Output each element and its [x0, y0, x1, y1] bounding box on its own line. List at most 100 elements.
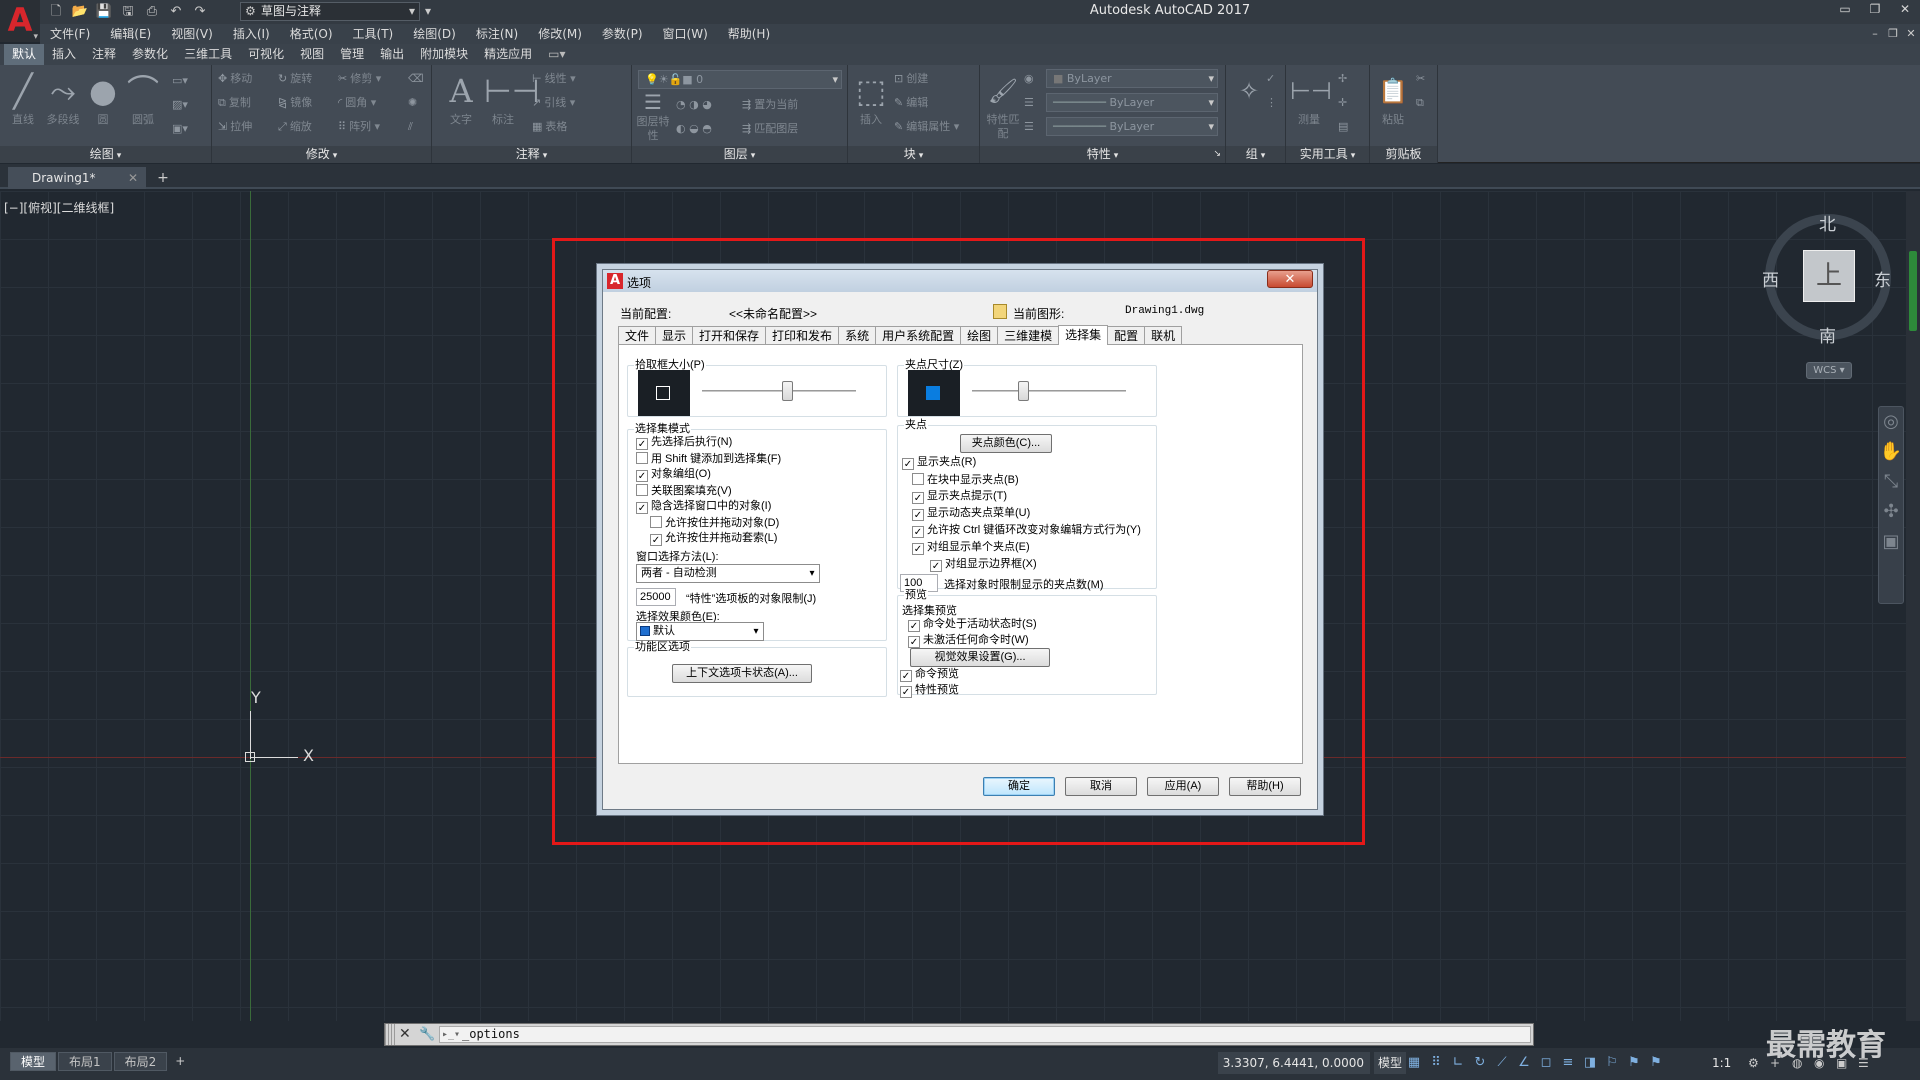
grip-slider-thumb[interactable] [1017, 381, 1029, 401]
transparency-icon[interactable]: ◨ [1580, 1052, 1600, 1074]
tab-system[interactable]: 系统 [838, 326, 877, 345]
menu-insert[interactable]: 插入(I) [223, 24, 280, 44]
measure-tool[interactable]: ⊢⊣ 测量 [1290, 69, 1332, 141]
copy-clip-tool[interactable]: ⧉ [1416, 93, 1427, 113]
tab-3d-modeling[interactable]: 三维建模 [997, 326, 1060, 345]
panel-modify-title[interactable]: 修改 ▾ [212, 146, 431, 163]
annotation-scale-icon[interactable]: ⚑ [1624, 1052, 1644, 1074]
coordinates-readout[interactable]: 3.3307, 6.4441, 0.0000 [1218, 1052, 1370, 1074]
close-tab-icon[interactable]: ✕ [128, 167, 138, 189]
visual-effect-settings-button[interactable]: 视觉效果设置(G)... [910, 648, 1050, 667]
insert-block-tool[interactable]: ⬚ 插入 [852, 69, 890, 141]
group-edit-tool[interactable]: ⋮ [1266, 93, 1280, 113]
tab-display[interactable]: 显示 [655, 326, 694, 345]
isodraft-icon[interactable]: ⟋ [1492, 1052, 1512, 1074]
quick-select-tool[interactable]: ✛ [1338, 93, 1350, 113]
doc-close-button[interactable]: ✕ [1902, 24, 1920, 44]
polyline-tool[interactable]: ⤳ 多段线 [44, 69, 82, 141]
fillet-tool[interactable]: ◜ 圆角 ▾ [338, 93, 376, 113]
create-block-tool[interactable]: ⊡ 创建 [894, 69, 928, 89]
annotation-visibility-icon[interactable]: ⚐ [1602, 1052, 1622, 1074]
help-button[interactable]: 帮助(H) [1229, 777, 1301, 796]
ribbon-tab-visualize[interactable]: 可视化 [240, 44, 292, 65]
stretch-tool[interactable]: ⇲ 拉伸 [218, 117, 252, 137]
ribbon-tab-featured[interactable]: 精选应用 [476, 44, 540, 65]
grip-colors-button[interactable]: 夹点颜色(C)... [960, 434, 1052, 453]
shift-add-checkbox[interactable]: 用 Shift 键添加到选择集(F) [636, 452, 781, 466]
panel-clipboard-title[interactable]: 剪贴板 [1370, 146, 1437, 163]
object-grouping-checkbox[interactable]: 对象编组(O) [636, 468, 711, 482]
tab-online[interactable]: 联机 [1144, 326, 1183, 345]
ortho-icon[interactable]: ∟ [1448, 1052, 1468, 1074]
cancel-button[interactable]: 取消 [1065, 777, 1137, 796]
ok-button[interactable]: 确定 [983, 777, 1055, 796]
cut-tool[interactable]: ✂ [1416, 69, 1428, 89]
menu-help[interactable]: 帮助(H) [718, 24, 780, 44]
object-track-icon[interactable]: ∠ [1514, 1052, 1534, 1074]
layout-tab-model[interactable]: 模型 [10, 1052, 57, 1071]
viewport-controls[interactable]: [−][俯视][二维线框] [4, 199, 114, 216]
show-grips-checkbox[interactable]: 显示夹点(R) [902, 456, 976, 470]
press-drag-object-checkbox[interactable]: 允许按住并拖动对象(D) [650, 516, 779, 530]
leader-tool[interactable]: ↗ 引线 ▾ [532, 93, 575, 113]
viewcube-top-face[interactable]: 上 [1803, 250, 1855, 302]
boundary-tool[interactable]: ▣▾ [172, 119, 191, 139]
menu-dimension[interactable]: 标注(N) [466, 24, 528, 44]
scroll-thumb[interactable] [1909, 251, 1917, 331]
compass-west[interactable]: 西 [1762, 266, 1779, 291]
linetype-select[interactable]: ──────── ByLayer [1046, 93, 1218, 112]
customize-wrench-icon[interactable]: 🔧 [419, 1024, 435, 1045]
command-input[interactable]: ▸_▾ _options [439, 1026, 1531, 1043]
calculator-tool[interactable]: ▤ [1338, 117, 1351, 137]
group-tool[interactable]: ✧ [1230, 69, 1268, 141]
dimension-tool[interactable]: ⊢⊣ 标注 [484, 69, 540, 141]
ribbon-tab-insert[interactable]: 插入 [44, 44, 84, 65]
pickbox-slider-thumb[interactable] [781, 381, 793, 401]
offset-tool[interactable]: ⫽ [408, 117, 416, 137]
showmotion-icon[interactable]: ▣ [1879, 527, 1903, 557]
grid-icon[interactable]: ▦ [1404, 1052, 1424, 1074]
command-preview-checkbox[interactable]: 命令预览 [900, 668, 959, 682]
menu-window[interactable]: 窗口(W) [653, 24, 718, 44]
restore-button[interactable]: ❐ [1860, 0, 1890, 20]
tab-plot-publish[interactable]: 打印和发布 [765, 326, 840, 345]
doc-tab-drawing1[interactable]: Drawing1* ✕ [8, 167, 146, 189]
dynamic-grip-menu-checkbox[interactable]: 显示动态夹点菜单(U) [912, 507, 1030, 521]
array-tool[interactable]: ⠿ 阵列 ▾ [338, 117, 380, 137]
preview-active-command-checkbox[interactable]: 命令处于活动状态时(S) [908, 618, 1037, 632]
application-menu-button[interactable]: A [0, 0, 40, 42]
property-limit-input[interactable]: 25000 [636, 588, 676, 606]
menu-view[interactable]: 视图(V) [161, 24, 223, 44]
contextual-tab-states-button[interactable]: 上下文选项卡状态(A)... [672, 664, 812, 683]
noun-verb-checkbox[interactable]: 先选择后执行(N) [636, 436, 732, 450]
grips-in-blocks-checkbox[interactable]: 在块中显示夹点(B) [912, 473, 1019, 487]
explode-tool[interactable]: ✺ [408, 93, 420, 113]
add-layout-button[interactable]: + [169, 1052, 191, 1072]
tab-drafting[interactable]: 绘图 [960, 326, 999, 345]
press-drag-lasso-checkbox[interactable]: 允许按住并拖动套索(L) [650, 532, 777, 546]
apply-button[interactable]: 应用(A) [1147, 777, 1219, 796]
lineweight-toggle-icon[interactable]: ≡ [1558, 1052, 1578, 1074]
layout-tab-1[interactable]: 布局1 [58, 1052, 112, 1071]
doc-minimize-button[interactable]: – [1866, 24, 1884, 44]
copy-tool[interactable]: ⧉ 复制 [218, 93, 251, 113]
orbit-icon[interactable]: ✣ [1879, 497, 1903, 527]
scale-tool[interactable]: ⤢ 缩放 [278, 117, 312, 137]
arc-tool[interactable]: ⌒ 圆弧 [124, 69, 162, 141]
menu-tools[interactable]: 工具(T) [343, 24, 404, 44]
workspace-switch-icon[interactable]: ⚙ [1748, 1052, 1768, 1074]
erase-tool[interactable]: ⌫ [408, 69, 427, 89]
ribbon-tab-view[interactable]: 视图 [292, 44, 332, 65]
property-preview-checkbox[interactable]: 特性预览 [900, 684, 959, 698]
linear-dim-tool[interactable]: ⊢ 线性 ▾ [532, 69, 576, 89]
layout-tab-2[interactable]: 布局2 [113, 1052, 168, 1071]
menu-format[interactable]: 格式(O) [280, 24, 343, 44]
paste-tool[interactable]: 📋 粘贴 [1374, 69, 1412, 141]
tab-profiles[interactable]: 配置 [1107, 326, 1146, 345]
close-button[interactable]: ✕ [1890, 0, 1920, 20]
tab-selection[interactable]: 选择集 [1058, 325, 1109, 345]
doc-restore-button[interactable]: ❐ [1884, 24, 1902, 44]
single-grip-groups-checkbox[interactable]: 对组显示单个夹点(E) [912, 541, 1030, 555]
text-tool[interactable]: A 文字 [442, 69, 480, 141]
trim-tool[interactable]: ✂ 修剪 ▾ [338, 69, 381, 89]
